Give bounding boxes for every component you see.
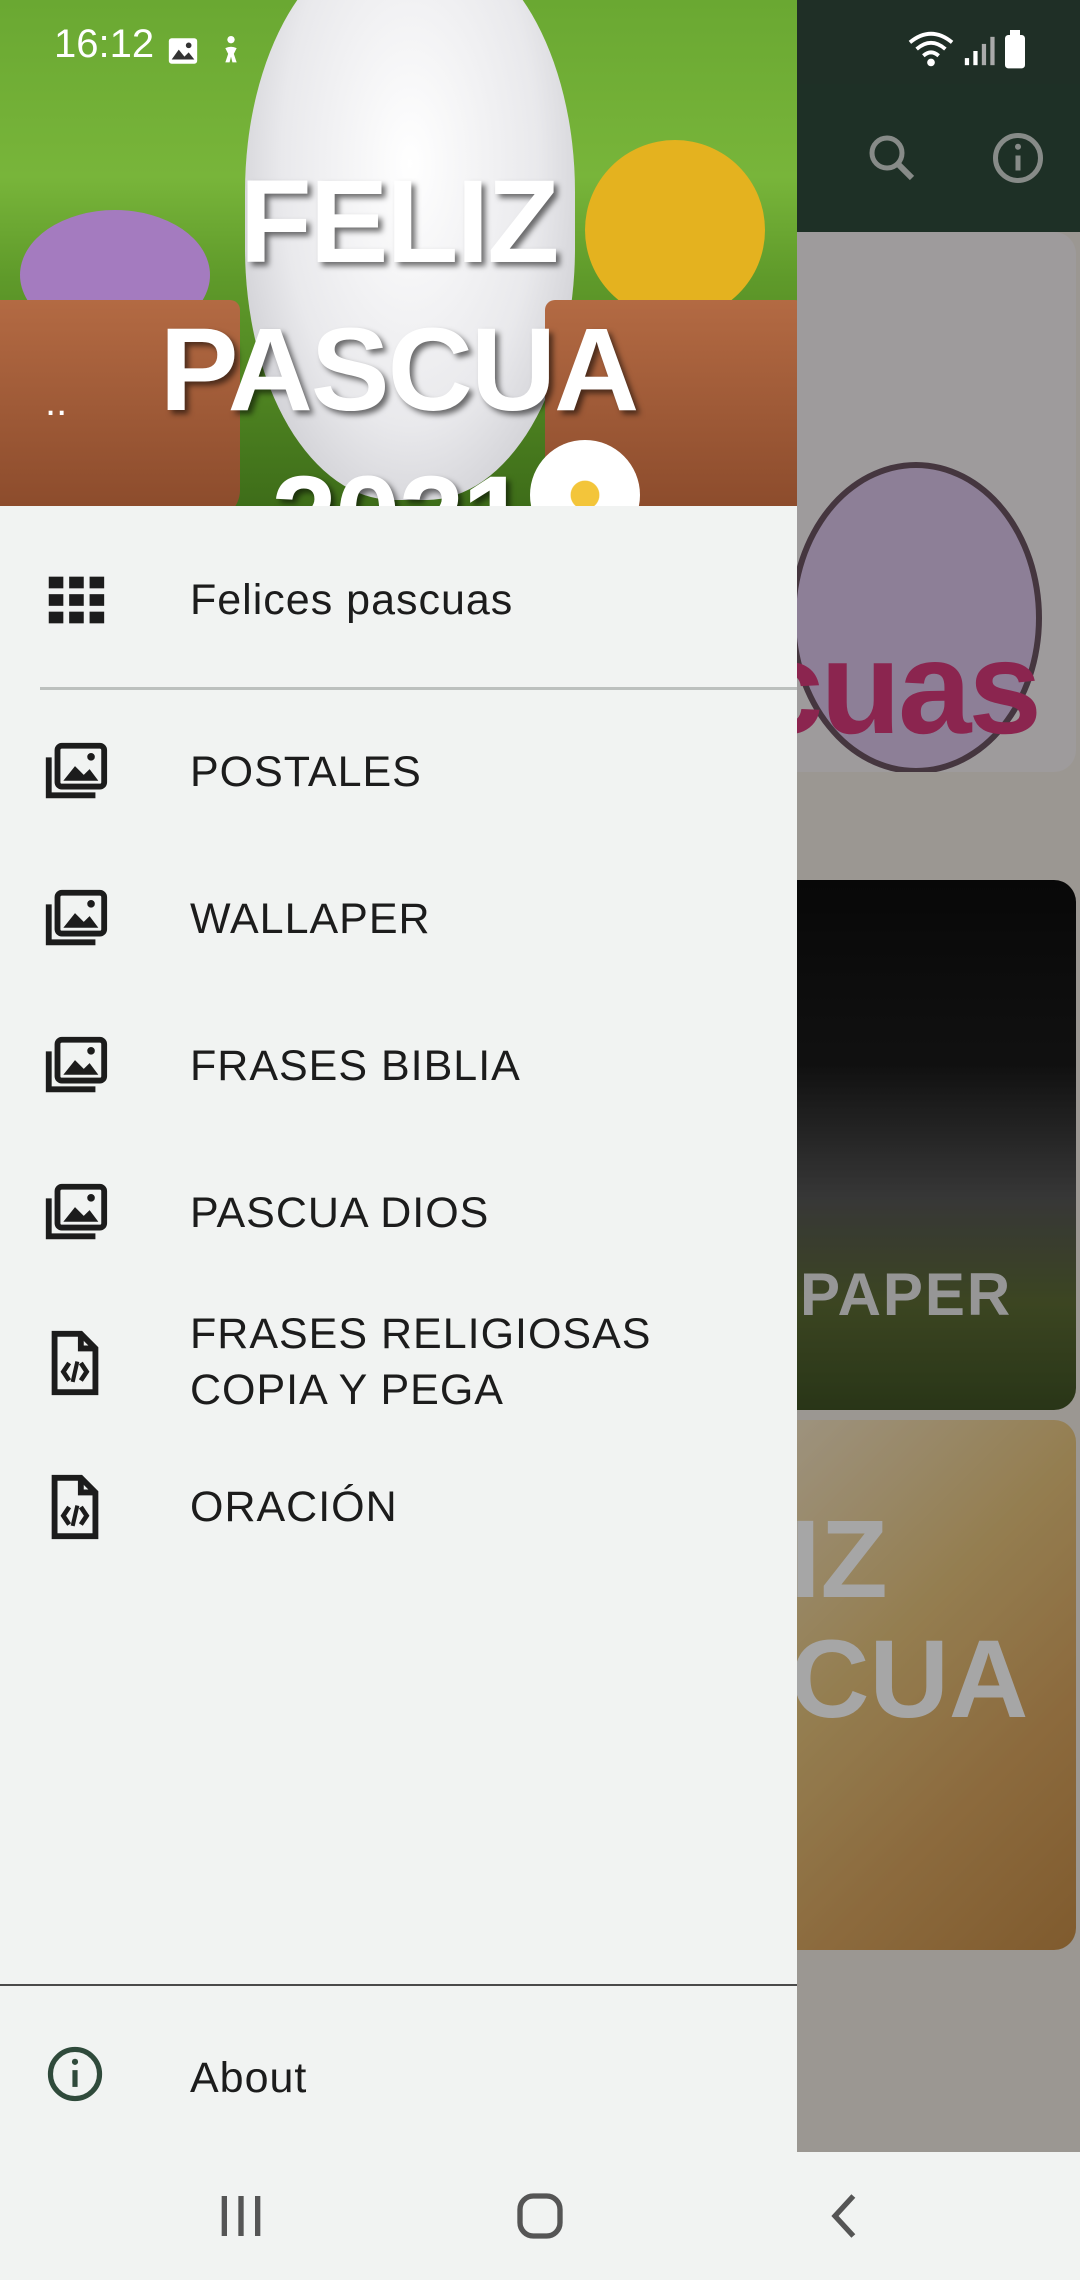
signal-icon [964,36,995,66]
photo-library-icon [45,1183,108,1240]
status-time: 16:12 [54,22,155,66]
photo-library-icon [45,742,108,799]
grid-icon [48,576,105,624]
menu-item-pascua-dios[interactable]: PASCUA DIOS [0,1143,797,1283]
code-file-icon [51,1330,99,1396]
menu-item-label: POSTALES [190,748,422,796]
menu-item-frases-religiosas[interactable]: FRASES RELIGIOSAS COPIA Y PEGA [0,1290,797,1436]
menu-item-label: Felices pascuas [190,576,514,624]
menu-item-oracion[interactable]: ORACIÓN [0,1437,797,1577]
drawer-header-subtitle: .. [45,380,68,424]
wifi-icon [908,31,954,67]
menu-item-label: FRASES RELIGIOSAS COPIA Y PEGA [190,1310,652,1414]
menu-item-label: About [190,2054,308,2102]
photo-library-icon [45,889,108,946]
accessibility-icon [225,35,237,63]
menu-item-label: ORACIÓN [190,1483,398,1531]
menu-item-label: FRASES BIBLIA [190,1042,521,1090]
menu-item-label: WALLAPER [190,895,431,943]
status-bar: 16:12 [0,0,1080,84]
menu-item-postales[interactable]: POSTALES [0,702,797,842]
photo-library-icon [45,1036,108,1093]
recents-button[interactable] [201,2176,281,2256]
footer-divider [0,1984,797,1986]
image-icon [168,38,198,64]
system-nav-bar [0,2152,1080,2280]
menu-item-frases-biblia[interactable]: FRASES BIBLIA [0,996,797,1136]
menu-item-label: PASCUA DIOS [190,1189,490,1237]
menu-item-about[interactable]: About [0,2008,797,2148]
back-button[interactable] [805,2176,885,2256]
menu-item-felices-pascuas[interactable]: Felices pascuas [0,530,797,670]
menu-item-wallaper[interactable]: WALLAPER [0,849,797,989]
info-icon [47,2046,103,2102]
home-button[interactable] [500,2176,580,2256]
navigation-drawer: FELIZ PASCUA2021 .. Felices pascuas POST… [0,0,797,2152]
drawer-header-title: FELIZ PASCUA2021 [159,156,640,506]
menu-divider [40,687,797,690]
battery-icon [1005,30,1025,69]
code-file-icon [51,1474,99,1540]
